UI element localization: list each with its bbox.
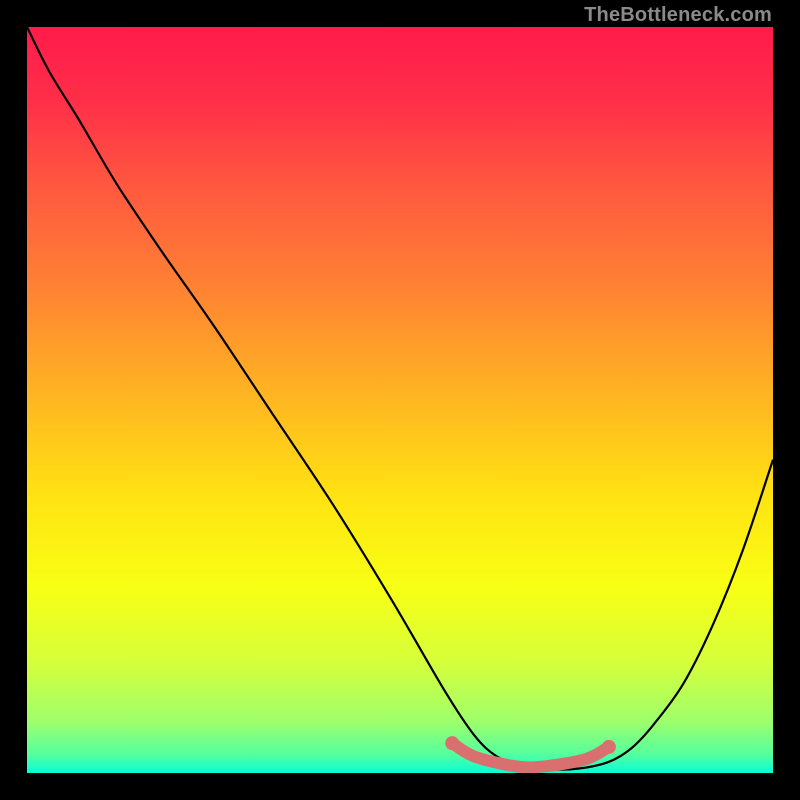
plot-area xyxy=(27,27,773,773)
chart-frame: TheBottleneck.com xyxy=(0,0,800,800)
watermark-text: TheBottleneck.com xyxy=(584,4,772,27)
bottleneck-curve xyxy=(27,27,773,773)
